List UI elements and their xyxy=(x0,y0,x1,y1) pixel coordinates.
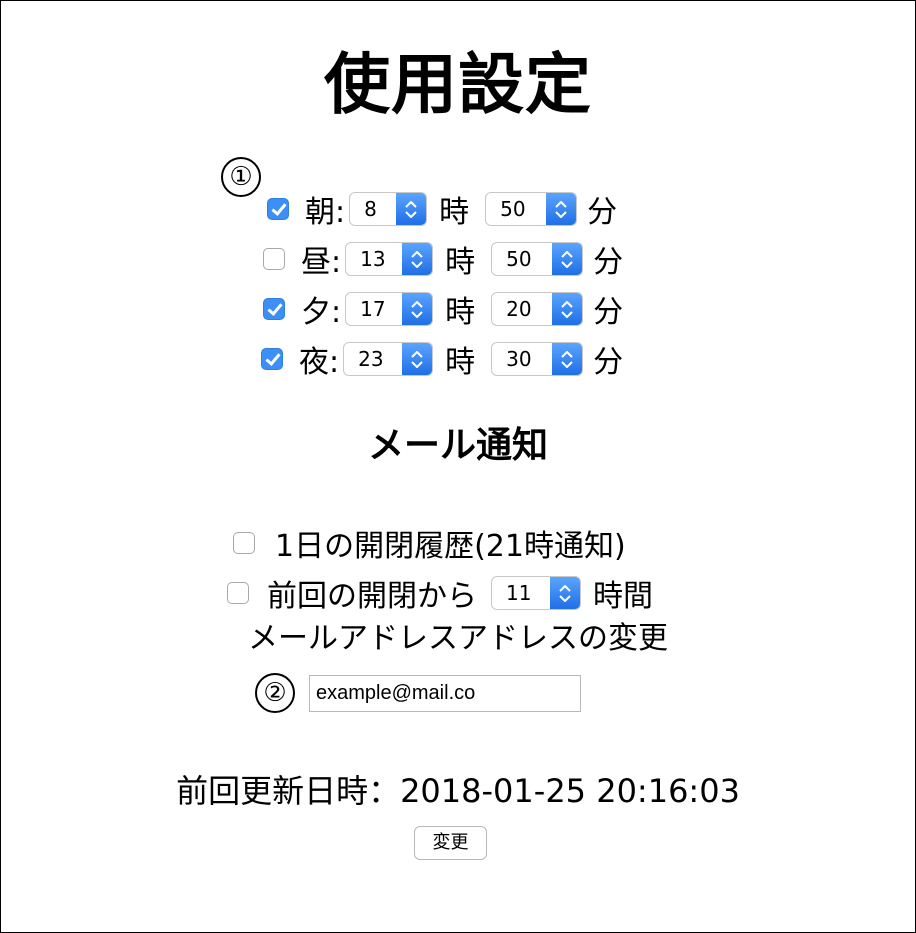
evening-hour-value: 17 xyxy=(360,297,386,321)
since-last-hours-value: 11 xyxy=(506,581,532,605)
marker-1: ① xyxy=(221,157,261,197)
schedule-row-night: 夜: 23 時 30 分 xyxy=(261,339,627,380)
night-hour-value: 23 xyxy=(358,347,384,371)
night-minute-value: 30 xyxy=(506,347,532,371)
evening-hour-select[interactable]: 17 xyxy=(345,292,434,326)
evening-hour-unit: 時 xyxy=(445,295,476,330)
evening-checkbox[interactable] xyxy=(263,298,285,320)
morning-hour-unit: 時 xyxy=(439,195,470,230)
night-minute-unit: 分 xyxy=(593,345,624,380)
since-last-checkbox[interactable] xyxy=(227,582,249,604)
since-last-label: 前回の開閉から xyxy=(267,579,477,614)
chevron-updown-icon xyxy=(546,193,577,225)
noon-hour-select[interactable]: 13 xyxy=(345,242,434,276)
morning-minute-unit: 分 xyxy=(587,195,618,230)
email-change-label: メールアドレスアドレスの変更 xyxy=(248,621,668,656)
chevron-updown-icon xyxy=(552,343,583,375)
since-last-row: 前回の開閉から 11 時間 xyxy=(227,573,657,614)
chevron-updown-icon xyxy=(402,343,433,375)
morning-hour-value: 8 xyxy=(364,197,377,221)
morning-minute-value: 50 xyxy=(500,197,526,221)
chevron-updown-icon xyxy=(552,293,583,325)
noon-minute-select[interactable]: 50 xyxy=(491,242,584,276)
page-title: 使用設定 xyxy=(324,46,592,123)
schedule-row-morning: 朝: 8 時 50 分 xyxy=(267,189,621,230)
morning-label: 朝: xyxy=(305,195,346,230)
night-hour-select[interactable]: 23 xyxy=(343,342,434,376)
change-button[interactable]: 変更 xyxy=(414,826,487,860)
noon-hour-value: 13 xyxy=(360,247,386,271)
schedule-row-evening: 夕: 17 時 20 分 xyxy=(263,289,627,330)
settings-page: 使用設定 ① 朝: 8 時 50 分 昼: 13 時 50 分 夕: 17 時 … xyxy=(0,0,916,933)
chevron-updown-icon xyxy=(550,577,580,609)
noon-minute-unit: 分 xyxy=(593,245,624,280)
since-last-hours-select[interactable]: 11 xyxy=(491,576,581,610)
mail-section-title: メール通知 xyxy=(367,425,548,466)
chevron-updown-icon xyxy=(396,193,427,225)
chevron-updown-icon xyxy=(402,243,433,275)
daily-history-checkbox[interactable] xyxy=(233,532,255,554)
since-last-unit: 時間 xyxy=(593,579,653,614)
chevron-updown-icon xyxy=(402,293,433,325)
morning-minute-select[interactable]: 50 xyxy=(485,192,578,226)
night-checkbox[interactable] xyxy=(261,348,283,370)
daily-history-row: 1日の開閉履歴(21時通知) xyxy=(233,523,630,564)
last-updated-text: 前回更新日時：2018-01-25 20:16:03 xyxy=(176,772,740,810)
evening-minute-select[interactable]: 20 xyxy=(491,292,584,326)
noon-minute-value: 50 xyxy=(506,247,532,271)
morning-checkbox[interactable] xyxy=(267,198,289,220)
evening-minute-value: 20 xyxy=(506,297,532,321)
noon-label: 昼: xyxy=(301,245,342,280)
schedule-row-noon: 昼: 13 時 50 分 xyxy=(263,239,627,280)
night-minute-select[interactable]: 30 xyxy=(491,342,584,376)
email-input[interactable] xyxy=(309,675,581,712)
evening-label: 夕: xyxy=(301,295,342,330)
chevron-updown-icon xyxy=(552,243,583,275)
morning-hour-select[interactable]: 8 xyxy=(349,192,428,226)
noon-hour-unit: 時 xyxy=(445,245,476,280)
marker-2: ② xyxy=(255,673,295,713)
daily-history-label: 1日の開閉履歴(21時通知) xyxy=(275,529,626,564)
noon-checkbox[interactable] xyxy=(263,248,285,270)
evening-minute-unit: 分 xyxy=(593,295,624,330)
night-label: 夜: xyxy=(299,345,340,380)
night-hour-unit: 時 xyxy=(445,345,476,380)
